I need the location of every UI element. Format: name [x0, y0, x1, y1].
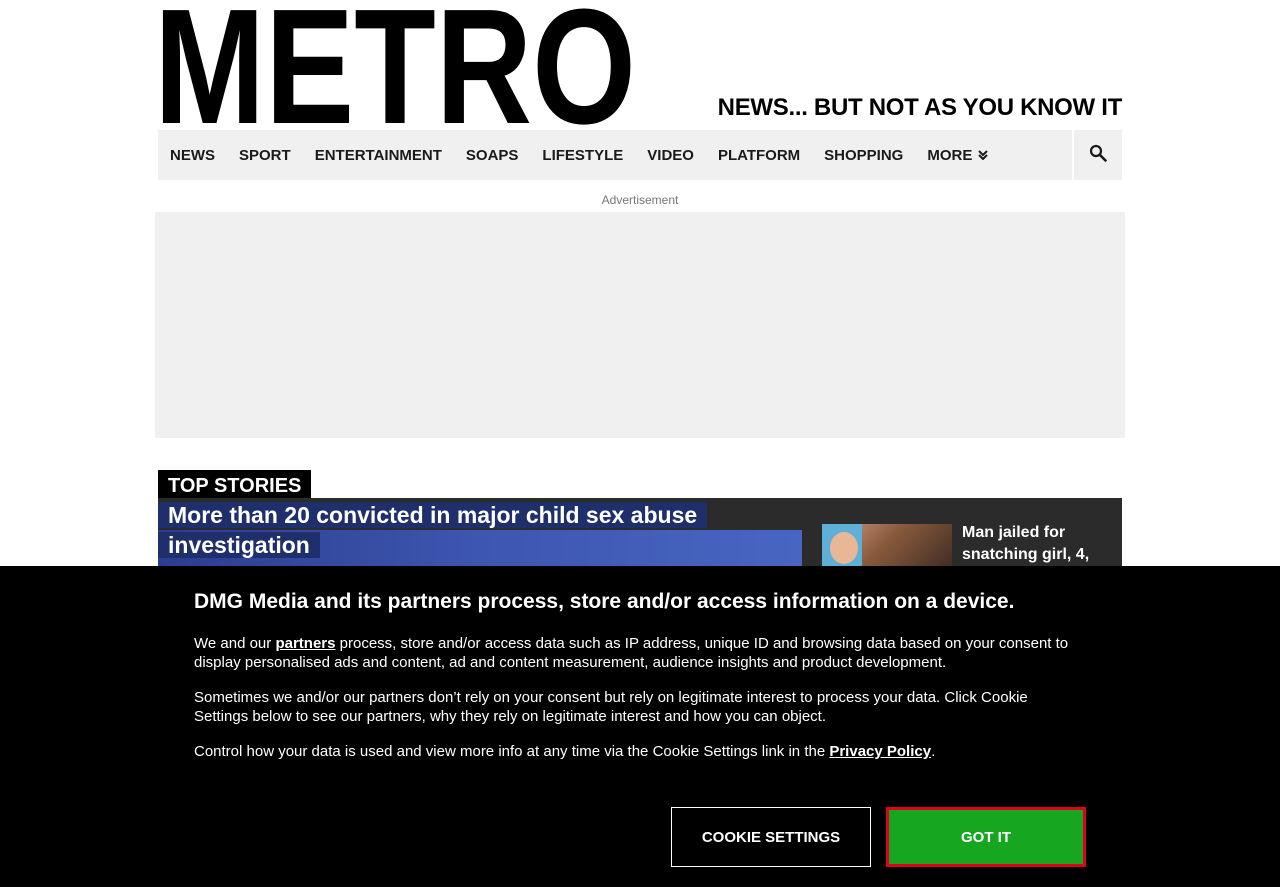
nav-item-label: NEWS: [170, 146, 215, 164]
nav-item-more[interactable]: MORE: [927, 146, 989, 164]
consent-text: We and our: [194, 635, 276, 652]
consent-content: DMG Media and its partners process, stor…: [194, 590, 1074, 777]
search-button[interactable]: [1072, 130, 1122, 180]
consent-paragraph-2: Sometimes we and/or our partners don’t r…: [194, 689, 1028, 725]
consent-title: DMG Media and its partners process, stor…: [194, 590, 1015, 613]
double-chevron-down-icon: [978, 147, 989, 164]
search-icon: [1089, 144, 1107, 167]
nav-item-label: PLATFORM: [717, 146, 801, 164]
cookie-settings-button[interactable]: COOKIE SETTINGS: [671, 807, 871, 867]
consent-text: .: [931, 743, 936, 760]
metro-logo[interactable]: METRO: [158, 2, 638, 128]
partners-link[interactable]: partners: [275, 635, 335, 652]
consent-paragraph-1: We and our partners process, store and/o…: [194, 634, 1074, 672]
advertisement-slot[interactable]: [155, 212, 1125, 438]
nav-item-soaps[interactable]: SOAPS: [466, 147, 519, 164]
nav-item-news[interactable]: NEWS: [170, 147, 215, 164]
side-story-thumbnail[interactable]: [822, 524, 952, 568]
nav-item-label: ENTERTAINMENT: [314, 146, 442, 164]
main-story-headline-text: More than 20 convicted in major child se…: [158, 502, 708, 558]
got-it-button[interactable]: GOT IT: [886, 807, 1086, 867]
top-stories-section: More than 20 convicted in major child se…: [158, 498, 1122, 568]
advertisement-label: Advertisement: [601, 193, 679, 207]
nav-item-lifestyle[interactable]: LIFESTYLE: [542, 147, 623, 164]
nav-item-shopping[interactable]: SHOPPING: [824, 147, 903, 164]
nav-item-label: MORE: [927, 146, 973, 164]
main-story-headline[interactable]: More than 20 convicted in major child se…: [158, 500, 718, 560]
site-header: METRO NEWS... BUT NOT AS YOU KNOW IT: [158, 0, 1122, 130]
privacy-policy-link[interactable]: Privacy Policy: [829, 743, 931, 760]
side-story-headline[interactable]: Man jailed for snatching girl, 4,: [962, 522, 1102, 566]
consent-paragraph-3: Control how your data is used and view m…: [194, 742, 1074, 761]
nav-item-label: LIFESTYLE: [542, 146, 624, 164]
top-stories-label: TOP STORIES: [158, 470, 312, 499]
site-tagline: NEWS... BUT NOT AS YOU KNOW IT: [717, 94, 1123, 121]
consent-text: Control how your data is used and view m…: [194, 743, 830, 760]
nav-item-entertainment[interactable]: ENTERTAINMENT: [315, 147, 442, 164]
nav-item-video[interactable]: VIDEO: [647, 147, 694, 164]
nav-items: NEWS SPORT ENTERTAINMENT SOAPS LIFESTYLE…: [158, 130, 1072, 180]
main-nav: NEWS SPORT ENTERTAINMENT SOAPS LIFESTYLE…: [158, 130, 1122, 180]
nav-item-label: SOAPS: [465, 146, 519, 164]
nav-item-label: SHOPPING: [824, 146, 904, 164]
logo-text: METRO: [158, 2, 636, 128]
cookie-consent-banner: DMG Media and its partners process, stor…: [0, 566, 1280, 887]
nav-item-sport[interactable]: SPORT: [239, 147, 291, 164]
nav-item-label: SPORT: [239, 146, 291, 164]
nav-item-platform[interactable]: PLATFORM: [718, 147, 800, 164]
nav-item-label: VIDEO: [647, 146, 694, 164]
